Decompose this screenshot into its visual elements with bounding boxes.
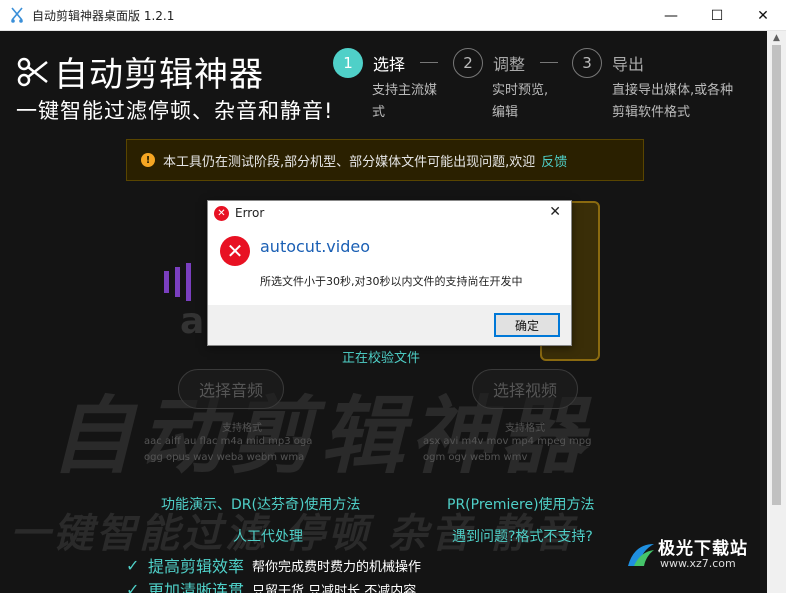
checking-status: 正在校验文件 [342,351,421,366]
tagline: 一键智能过滤停顿、杂音和静音! [16,99,334,123]
scroll-thumb[interactable] [772,45,781,505]
dialog-title: Error [235,206,265,220]
scissors-icon [17,57,48,86]
format-line: ogg opus wav weba webm wma [144,452,305,463]
step-name: 调整 [493,55,526,74]
issue-link[interactable]: 遇到问题?格式不支持? [452,526,593,546]
format-line: ogm ogv webm wmv [423,452,528,463]
error-small-icon: ✕ [214,205,229,221]
vertical-scrollbar[interactable]: ▲ [767,31,786,593]
feature-title: 提高剪辑效率 [148,557,245,576]
select-video-button[interactable]: 选择视频 [472,369,578,409]
feature-title: 更加清晰连贯 [148,581,245,593]
feature-subtitle: 只留干货,只减时长,不减内容 [252,583,417,593]
feature-clarity: ✓ 更加清晰连贯 只留干货,只减时长,不减内容 [126,577,416,593]
step-number: 2 [453,48,483,78]
step-description: 直接导出媒体,或各种 剪辑软件格式 [612,80,733,124]
close-button[interactable]: ✕ [740,0,786,31]
window-titlebar: 自动剪辑神器桌面版 1.2.1 — ☐ ✕ [0,0,786,31]
error-icon: ✕ [220,236,250,266]
dialog-message: 所选文件小于30秒,对30秒以内文件的支持尚在开发中 [260,275,523,288]
manual-processing-link[interactable]: 人工代处理 [233,526,303,546]
dialog-titlebar: ✕ Error ✕ [208,201,571,225]
dialog-footer: 确定 [208,305,571,345]
check-icon: ✓ [126,579,140,593]
audio-formats-label: 支持格式 [222,423,262,434]
step-connector [540,62,558,63]
select-audio-button[interactable]: 选择音频 [178,369,284,409]
dialog-body: ✕ autocut.video 所选文件小于30秒,对30秒以内文件的支持尚在开… [208,225,571,305]
step-desc-line: 式 [372,105,386,120]
step-export: 3 导出 [572,48,644,78]
logo-title: 自动剪辑神器 [54,55,264,95]
feature-subtitle: 帮你完成费时费力的机械操作 [252,559,422,575]
demo-dr-link[interactable]: 功能演示、DR(达芬奇)使用方法 [161,494,360,514]
site-watermark-logo: 极光下载站 www.xz7.com [624,540,748,570]
maximize-button[interactable]: ☐ [694,0,740,31]
window-title: 自动剪辑神器桌面版 1.2.1 [32,8,175,23]
feedback-link[interactable]: 反馈 [541,151,567,170]
dialog-heading: autocut.video [260,237,371,256]
decorative-waveform-icon [164,263,191,301]
step-desc-line: 支持主流媒 [372,83,438,98]
step-connector [420,62,438,63]
step-description: 实时预览, 编辑 [492,80,548,124]
step-desc-line: 实时预览, [492,83,549,98]
scroll-up-arrow-icon[interactable]: ▲ [771,33,782,43]
step-desc-line: 编辑 [492,105,519,120]
notice-text: 本工具仍在测试阶段,部分机型、部分媒体文件可能出现问题,欢迎 [163,154,536,170]
ok-button[interactable]: 确定 [494,313,560,337]
app-logo: 自动剪辑神器 [16,47,264,96]
aurora-logo-icon [624,540,658,570]
step-select: 1 选择 [333,48,405,78]
scissors-app-icon [10,7,24,23]
format-line: asx avi m4v mov mp4 mpeg mpg [423,436,592,447]
check-icon: ✓ [126,555,140,575]
step-name: 选择 [373,55,406,74]
step-adjust: 2 调整 [453,48,525,78]
audio-formats-list: aac aiff au flac m4a mid mp3 oga ogg opu… [144,434,354,466]
dialog-close-button[interactable]: ✕ [549,204,561,220]
beta-notice: ! 本工具仍在测试阶段,部分机型、部分媒体文件可能出现问题,欢迎 反馈 [126,139,644,181]
error-dialog: ✕ Error ✕ ✕ autocut.video 所选文件小于30秒,对30秒… [207,200,572,346]
step-name: 导出 [612,55,645,74]
minimize-button[interactable]: — [648,0,694,31]
warning-icon: ! [141,153,155,167]
site-name: 极光下载站 [658,539,748,559]
video-formats-label: 支持格式 [505,423,545,434]
step-desc-line: 剪辑软件格式 [612,105,691,120]
step-desc-line: 直接导出媒体,或各种 [612,83,734,98]
format-line: aac aiff au flac m4a mid mp3 oga [144,436,313,447]
premiere-usage-link[interactable]: PR(Premiere)使用方法 [447,494,595,514]
site-url: www.xz7.com [660,557,736,570]
step-number: 3 [572,48,602,78]
step-number: 1 [333,48,363,78]
video-formats-list: asx avi m4v mov mp4 mpeg mpg ogm ogv web… [423,434,633,466]
feature-efficiency: ✓ 提高剪辑效率 帮你完成费时费力的机械操作 [126,553,421,577]
step-description: 支持主流媒 式 [372,80,437,124]
decorative-logo-letter: a [180,301,205,342]
